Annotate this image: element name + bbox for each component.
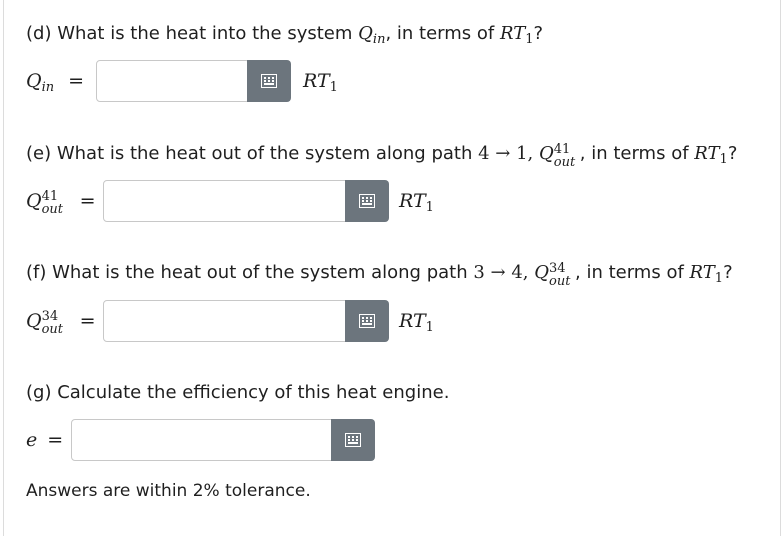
answer-d-field[interactable] [96,60,250,102]
keyboard-button-g[interactable] [331,419,375,461]
answer-e-unit: RT1 [399,188,434,221]
question-e: (e) What is the heat out of the system a… [26,142,737,172]
question-d: (d) What is the heat into the system Qin… [26,22,543,52]
tolerance-note: Answers are within 2% tolerance. [26,481,311,501]
answer-e-unit-sub: 1 [425,200,434,215]
question-e-path: 4 → 1, [478,143,534,164]
answer-g-input[interactable] [72,420,334,460]
question-g: (g) Calculate the efficiency of this hea… [26,381,449,405]
answer-e-lhs-symbol: Q [26,190,42,212]
answer-d-lhs: Qin = [26,68,84,101]
question-e-text: (e) What is the heat out of the system a… [26,143,473,164]
question-f-symbol: Q [534,262,550,283]
question-g-text: (g) Calculate the efficiency of this hea… [26,382,450,403]
answer-d-unit-sub: 1 [329,80,338,95]
answer-row-d: Qin = RT1 [26,60,386,104]
answer-g-lhs-symbol: e [26,429,38,451]
question-f-supsub: 34 out [549,261,575,289]
question-f-end: ? [723,262,733,283]
question-e-unit: RT [694,143,720,164]
answer-d-equals: = [68,70,85,92]
question-d-symbol: Q [358,23,373,44]
answer-row-g: e = [26,419,386,463]
question-d-end: ? [533,23,544,44]
keyboard-icon [345,433,361,447]
question-e-suffix: , in terms of [579,143,689,164]
answer-e-lhs: Q 41 out = [26,188,96,217]
answer-e-sub: out [41,202,64,217]
question-e-symbol: Q [539,143,554,164]
keyboard-icon [359,314,375,328]
answer-d-input[interactable] [97,61,249,101]
question-d-text: (d) What is the heat into the system [26,23,353,44]
answer-f-unit-text: RT [399,310,426,332]
answer-g-equals: = [47,429,64,451]
question-f-unit-sub: 1 [714,271,724,286]
answer-e-equals: = [79,190,96,212]
question-d-symbol-sub: in [372,32,386,47]
answer-d-lhs-symbol: Q [26,70,42,92]
keyboard-icon [261,74,277,88]
answer-d-unit-text: RT [303,70,330,92]
question-e-sub: out [553,155,576,170]
question-f-suffix: , in terms of [575,262,684,283]
question-e-supsub: 41 out [554,142,580,170]
question-e-end: ? [727,143,738,164]
question-f-unit: RT [689,262,715,283]
answer-g-lhs: e = [26,427,63,453]
keyboard-button-e[interactable] [345,180,389,222]
answer-f-unit-sub: 1 [425,320,434,335]
answer-e-supsub: 41 out [42,188,68,217]
answer-e-field[interactable] [103,180,349,222]
answer-e-unit-text: RT [399,190,426,212]
answer-f-supsub: 34 out [42,308,68,337]
keyboard-icon [359,194,375,208]
answer-f-equals: = [79,310,96,332]
answer-d-lhs-sub: in [41,80,55,95]
question-f-path: 3 → 4, [473,262,529,283]
answer-row-e: Q 41 out = RT1 [26,180,486,224]
question-d-unit: RT [499,23,526,44]
answer-f-field[interactable] [103,300,349,342]
question-d-suffix: , in terms of [385,23,495,44]
answer-f-unit: RT1 [399,308,434,341]
answer-d-unit: RT1 [303,68,338,101]
question-f: (f) What is the heat out of the system a… [26,261,733,291]
question-f-text: (f) What is the heat out of the system a… [26,262,468,283]
answer-e-input[interactable] [104,181,348,221]
answer-g-field[interactable] [71,419,335,461]
answer-row-f: Q 34 out = RT1 [26,300,486,344]
question-f-sub: out [549,274,571,289]
keyboard-button-f[interactable] [345,300,389,342]
question-panel: (d) What is the heat into the system Qin… [3,0,781,536]
answer-f-input[interactable] [104,301,348,341]
answer-f-lhs-symbol: Q [26,310,42,332]
answer-f-sub: out [41,322,64,337]
keyboard-button-d[interactable] [247,60,291,102]
answer-f-lhs: Q 34 out = [26,308,96,337]
question-e-unit-sub: 1 [719,152,728,167]
